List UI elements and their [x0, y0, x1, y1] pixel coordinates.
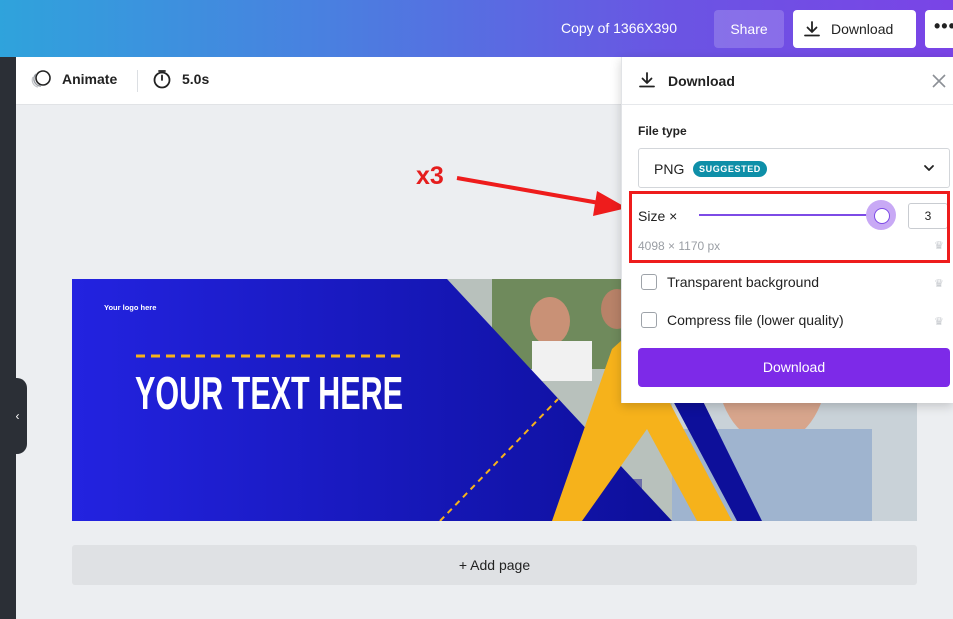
top-bar: Copy of 1366X390 Share Download ••• [0, 0, 953, 57]
side-panel-strip [0, 57, 16, 619]
animate-label: Animate [62, 71, 118, 87]
download-button[interactable]: Download [793, 10, 916, 48]
more-options-button[interactable]: ••• [925, 10, 953, 48]
crown-icon: ♛ [934, 316, 944, 328]
compress-file-label: Compress file (lower quality) [667, 312, 844, 328]
download-button-label: Download [831, 21, 894, 37]
design-logo-text: Your logo here [104, 303, 156, 312]
file-type-value: PNG [654, 161, 685, 177]
document-title[interactable]: Copy of 1366X390 [561, 20, 677, 36]
chevron-down-icon [924, 165, 934, 171]
download-icon [639, 72, 655, 88]
add-page-button[interactable]: + Add page [72, 545, 917, 585]
download-confirm-button[interactable]: Download [638, 348, 950, 387]
chevron-left-icon: ‹ [15, 409, 20, 423]
download-icon [804, 21, 820, 37]
duration-button[interactable]: 5.0s [152, 69, 209, 89]
download-panel-title: Download [668, 73, 735, 89]
annotation-label: x3 [416, 162, 444, 190]
annotation-highlight-box [629, 191, 950, 263]
animate-button[interactable]: Animate [30, 69, 117, 89]
suggested-badge: SUGGESTED [693, 161, 767, 177]
crown-icon: ♛ [934, 278, 944, 290]
share-button[interactable]: Share [714, 10, 784, 48]
animate-icon [31, 70, 51, 88]
person-top-head [530, 297, 570, 345]
file-type-label: File type [638, 124, 687, 138]
file-type-select[interactable]: PNG SUGGESTED [638, 148, 950, 188]
transparent-background-checkbox[interactable] [641, 274, 657, 290]
design-headline: YOUR TEXT HERE [135, 367, 403, 419]
close-icon[interactable] [931, 73, 947, 89]
compress-file-checkbox[interactable] [641, 312, 657, 328]
timer-icon [153, 70, 171, 89]
duration-label: 5.0s [182, 71, 210, 87]
toolbar-divider [137, 70, 138, 92]
transparent-background-option[interactable]: Transparent background [641, 274, 819, 290]
compress-file-option[interactable]: Compress file (lower quality) [641, 312, 844, 328]
download-panel-header: Download [622, 57, 953, 105]
collapse-panel-handle[interactable]: ‹ [8, 378, 27, 454]
annotation-arrow [456, 176, 627, 216]
transparent-background-label: Transparent background [667, 274, 820, 290]
